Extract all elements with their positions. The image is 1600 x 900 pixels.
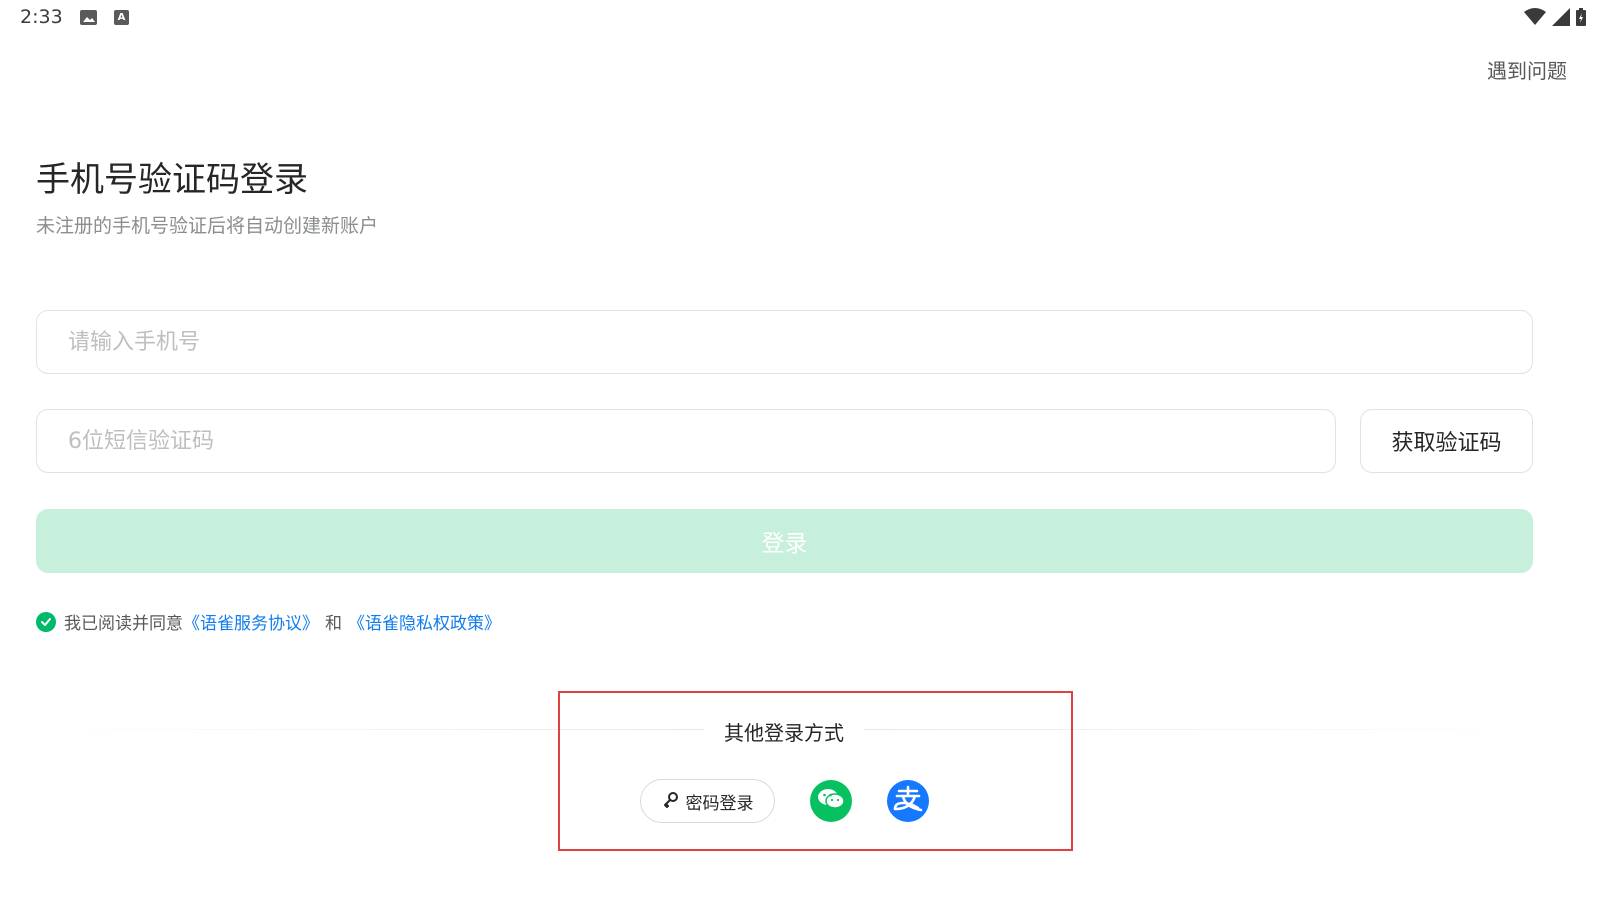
- status-time: 2:33: [20, 6, 63, 28]
- battery-icon: [1576, 8, 1586, 30]
- login-button[interactable]: 登录: [36, 509, 1533, 573]
- divider-left: [36, 729, 704, 730]
- a-keyboard-icon: A: [114, 10, 129, 25]
- page-title: 手机号验证码登录: [36, 160, 308, 200]
- sms-code-input[interactable]: [36, 409, 1336, 473]
- agreement-and: 和: [325, 614, 342, 634]
- page-subtitle: 未注册的手机号验证后将自动创建新账户: [36, 215, 379, 237]
- image-icon: [80, 10, 97, 25]
- divider-right: [864, 729, 1533, 730]
- status-bar: 2:33 A: [0, 0, 1600, 38]
- agreement-prefix: 我已阅读并同意: [64, 614, 183, 634]
- alipay-icon: [893, 785, 923, 817]
- check-icon: [41, 617, 51, 626]
- alipay-login-button[interactable]: [887, 780, 929, 822]
- agreement-checkbox[interactable]: [36, 611, 56, 632]
- service-agreement-link[interactable]: 《语雀服务协议》: [183, 609, 319, 634]
- status-icons: [1524, 8, 1586, 30]
- wechat-login-button[interactable]: [810, 780, 852, 822]
- help-link[interactable]: 遇到问题: [1487, 55, 1567, 84]
- highlight-box: [558, 691, 1073, 851]
- get-code-button[interactable]: 获取验证码: [1360, 409, 1533, 473]
- agreement-row: 我已阅读并同意 《语雀服务协议》 和 《语雀隐私权政策》: [36, 609, 501, 634]
- cell-signal-icon: [1552, 8, 1570, 30]
- wifi-icon: [1524, 8, 1546, 30]
- password-login-label: 密码登录: [685, 793, 754, 814]
- phone-input[interactable]: [36, 310, 1533, 374]
- other-login-title: 其他登录方式: [724, 721, 844, 745]
- privacy-policy-link[interactable]: 《语雀隐私权政策》: [348, 609, 501, 634]
- wechat-icon: [817, 787, 845, 815]
- password-login-button[interactable]: 密码登录: [640, 779, 775, 823]
- key-icon: [662, 790, 680, 813]
